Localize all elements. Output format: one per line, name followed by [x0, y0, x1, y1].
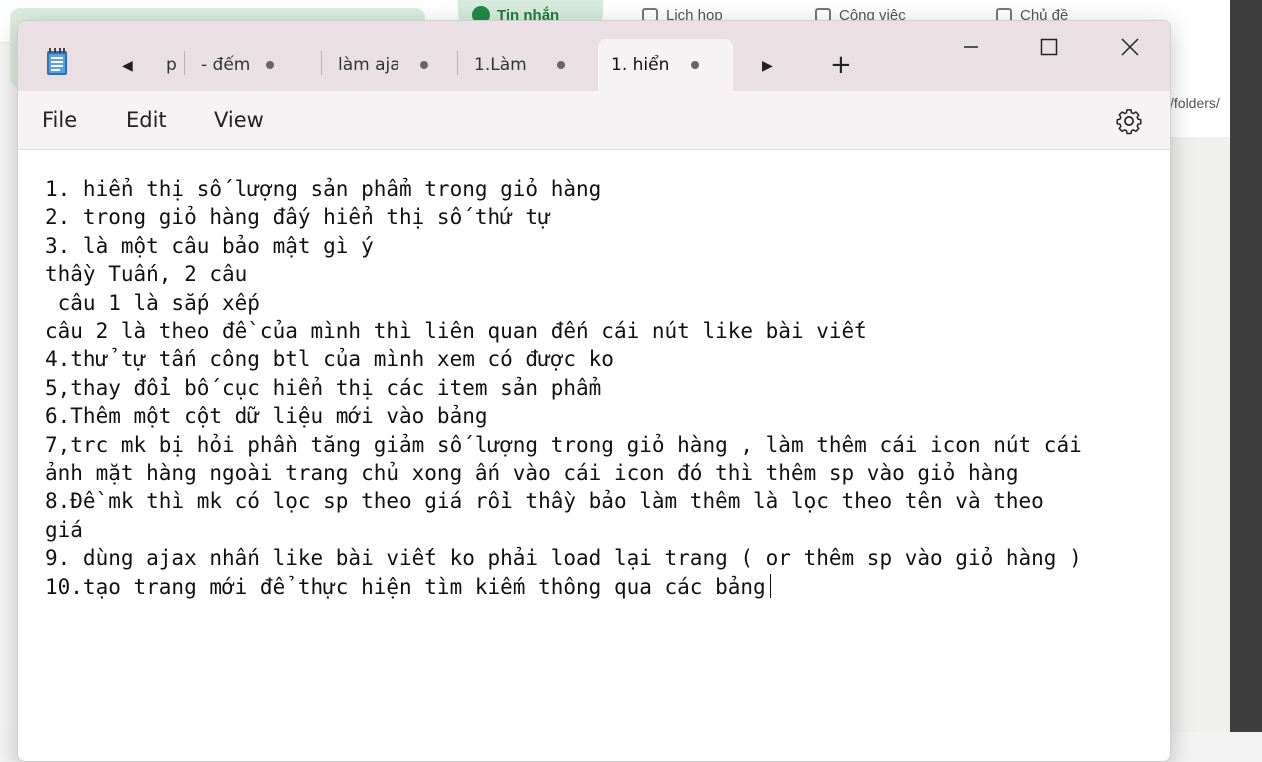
text-line: 3. là một câu bảo mật gì ý — [45, 233, 374, 258]
text-editor[interactable]: 1. hiển thị số lượng sản phẩm trong giỏ … — [45, 175, 1165, 601]
text-line: 5,thay đổi bố cục hiển thị các item sản … — [45, 375, 602, 400]
plus-icon[interactable]: + — [830, 50, 852, 80]
close-icon — [1121, 38, 1139, 56]
minimize-icon — [964, 46, 978, 48]
tab-2[interactable]: - đếm — [201, 48, 275, 82]
notepad-icon — [47, 48, 67, 75]
tab-3[interactable]: làm aja — [338, 48, 428, 82]
gear-icon[interactable] — [1115, 107, 1143, 135]
maximize-button[interactable] — [1026, 29, 1072, 65]
tab-label: 1. hiển — [611, 55, 670, 75]
background-side-panel — [1168, 42, 1231, 732]
text-line: 2. trong giỏ hàng đấy hiển thị số thứ tự — [45, 205, 551, 230]
menu-bar: File Edit View — [18, 91, 1170, 150]
unsaved-dot-icon — [266, 61, 275, 69]
menu-edit[interactable]: Edit — [126, 108, 167, 132]
text-line: 7,trc mk bị hỏi phần tăng giảm số lượng … — [45, 432, 1082, 457]
tab-divider — [321, 51, 322, 75]
unsaved-dot-icon — [691, 61, 700, 69]
notepad-window: ◀ p - đếm làm aja 1.Làm 1. hiển ▶ + File… — [17, 20, 1171, 762]
triangle-right-icon[interactable]: ▶ — [762, 57, 773, 74]
text-line-last: 10.tạo trang mới để thực hiện tìm kiếm t… — [45, 573, 1165, 601]
text-line: câu 2 là theo đề của mình thì liên quan … — [45, 319, 867, 344]
tab-5-active[interactable]: 1. hiển — [611, 48, 700, 82]
unsaved-dot-icon — [420, 61, 428, 69]
tab-label: 1.Làm — [474, 55, 527, 75]
triangle-left-icon[interactable]: ◀ — [122, 57, 133, 74]
background-side-header — [1168, 42, 1230, 137]
text-caret — [769, 573, 772, 598]
tab-divider — [184, 51, 185, 75]
menu-file[interactable]: File — [42, 108, 77, 132]
minimize-button[interactable] — [948, 29, 994, 65]
text-line: 8.Đề mk thì mk có lọc sp theo giá rồi th… — [45, 489, 1044, 514]
text-line: giá — [45, 517, 83, 542]
text-line: thầy Tuấn, 2 câu — [45, 262, 248, 287]
tab-divider — [457, 51, 458, 75]
text-line: ảnh mặt hàng ngoài trang chủ xong ấn vào… — [45, 461, 1019, 486]
text-line: 10.tạo trang mới để thực hiện tìm kiếm t… — [45, 574, 766, 599]
background-path-text: /folders/ — [1170, 95, 1220, 111]
maximize-icon — [1040, 38, 1058, 56]
text-line: 4.thử tự tấn công btl của mình xem có đư… — [45, 347, 614, 372]
text-line: 6.Thêm một cột dữ liệu mới vào bảng — [45, 404, 488, 429]
tab-1[interactable]: p — [166, 48, 177, 82]
unsaved-dot-icon — [556, 61, 565, 69]
background-edge — [1230, 0, 1262, 732]
text-line: câu 1 là sắp xếp — [45, 290, 260, 315]
menu-view[interactable]: View — [214, 108, 264, 132]
text-line: 9. dùng ajax nhấn like bài viết ko phải … — [45, 546, 1082, 571]
tab-label: - đếm — [201, 55, 251, 75]
tab-4[interactable]: 1.Làm — [474, 48, 565, 82]
text-line: 1. hiển thị số lượng sản phẩm trong giỏ … — [45, 177, 602, 201]
tab-label: p — [166, 55, 177, 75]
title-bar: ◀ p - đếm làm aja 1.Làm 1. hiển ▶ + — [18, 21, 1170, 91]
tab-label: làm aja — [338, 55, 398, 75]
close-button[interactable] — [1107, 29, 1153, 65]
